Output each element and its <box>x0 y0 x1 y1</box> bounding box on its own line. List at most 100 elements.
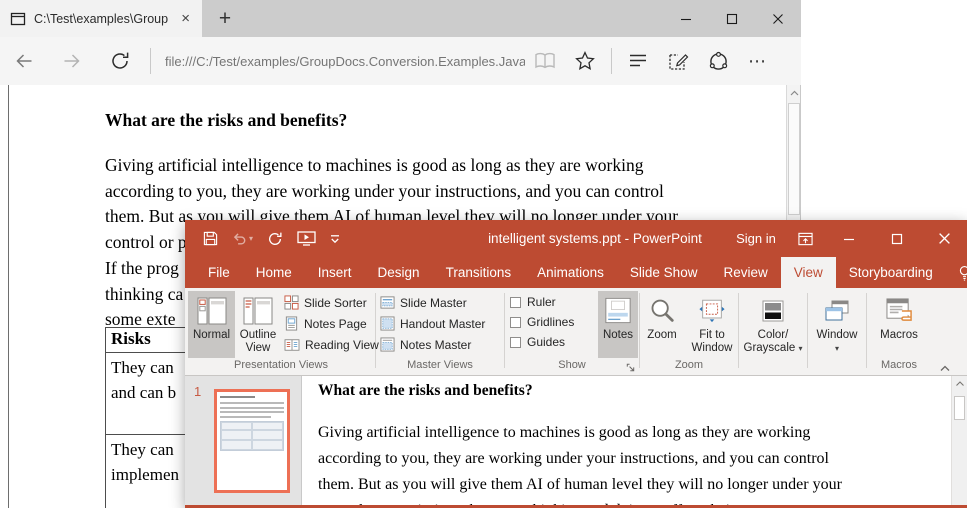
tab-home[interactable]: Home <box>243 257 305 288</box>
edge-maximize-button[interactable] <box>709 0 755 37</box>
scrollbar-thumb[interactable] <box>788 103 800 215</box>
gridlines-checkbox[interactable]: Gridlines <box>506 312 598 332</box>
checkbox-icon[interactable] <box>510 297 521 308</box>
ppt-window-title: intelligent systems.ppt - PowerPoint <box>435 220 755 257</box>
ppt-minimize-button[interactable] <box>827 220 871 257</box>
show-dialog-launcher-icon[interactable] <box>625 362 636 373</box>
macros-button[interactable]: Macros <box>870 291 928 358</box>
new-tab-button[interactable]: + <box>202 0 248 37</box>
color-grayscale-label-1: Color/ <box>758 329 789 341</box>
slide-heading: What are the risks and benefits? <box>318 382 533 400</box>
checkbox-icon[interactable] <box>510 317 521 328</box>
back-icon[interactable] <box>0 51 48 71</box>
refresh-icon[interactable] <box>96 50 144 72</box>
group-separator <box>504 293 505 368</box>
scroll-up-icon[interactable] <box>952 376 967 391</box>
ruler-checkbox[interactable]: Ruler <box>506 292 598 312</box>
group-show: Ruler Gridlines Guides Notes <box>506 288 638 375</box>
slide-paragraph-line: control or permissions they start thinki… <box>318 498 842 505</box>
hub-icon[interactable] <box>618 53 658 69</box>
tab-transitions[interactable]: Transitions <box>433 257 525 288</box>
group-separator <box>807 293 808 368</box>
group-macros: Macros Macros <box>868 288 930 375</box>
group-label-color-grayscale <box>740 358 806 375</box>
tab-insert[interactable]: Insert <box>305 257 365 288</box>
tab-review[interactable]: Review <box>710 257 780 288</box>
sign-in-button[interactable]: Sign in <box>723 220 789 257</box>
slide-scrollbar[interactable] <box>951 376 967 505</box>
tab-design[interactable]: Design <box>365 257 433 288</box>
tab-view[interactable]: View <box>781 257 836 288</box>
tab-close-icon[interactable]: × <box>177 9 194 28</box>
slide-master-button[interactable]: Slide Master <box>377 292 503 313</box>
edge-toolbar: file:///C:/Test/examples/GroupDocs.Conve… <box>0 37 801 85</box>
favorites-star-icon[interactable] <box>565 51 605 71</box>
thumbnail-table <box>220 421 284 451</box>
notes-page-button[interactable]: Notes Page <box>281 313 374 334</box>
notes-toggle-button[interactable]: Notes <box>598 291 638 358</box>
checkbox-icon[interactable] <box>510 337 521 348</box>
tab-animations[interactable]: Animations <box>524 257 617 288</box>
notes-master-icon <box>380 337 395 352</box>
ppt-close-button[interactable] <box>921 220 967 257</box>
notes-master-button[interactable]: Notes Master <box>377 334 503 355</box>
tell-me-box[interactable]: Tell me <box>946 257 967 288</box>
group-separator <box>375 293 376 368</box>
more-icon[interactable]: ⋯ <box>738 51 778 72</box>
forward-icon[interactable] <box>48 51 96 71</box>
normal-view-icon <box>197 294 227 327</box>
quick-access-toolbar: ▾ <box>203 220 340 257</box>
collapse-ribbon-icon[interactable] <box>939 364 951 372</box>
thumbnail-text-line <box>220 396 255 398</box>
ribbon-display-options-icon[interactable] <box>785 220 825 257</box>
address-bar[interactable]: file:///C:/Test/examples/GroupDocs.Conve… <box>165 54 525 69</box>
group-label-macros: Macros <box>868 358 930 375</box>
magnifier-icon <box>648 294 676 327</box>
slide-thumbnail[interactable] <box>214 389 290 493</box>
macros-icon <box>885 294 914 327</box>
save-icon[interactable] <box>203 231 218 246</box>
edge-close-button[interactable] <box>755 0 801 37</box>
window-button[interactable]: Window ▾ <box>810 291 864 358</box>
tab-storyboarding[interactable]: Storyboarding <box>836 257 946 288</box>
scroll-up-icon[interactable] <box>787 85 801 101</box>
fit-to-window-icon <box>698 294 726 327</box>
browser-tab[interactable]: C:\Test\examples\Group × <box>0 0 202 37</box>
edge-tab-strip: C:\Test\examples\Group × + <box>0 0 801 37</box>
start-slideshow-icon[interactable] <box>297 231 316 246</box>
guides-checkbox[interactable]: Guides <box>506 332 598 352</box>
tab-slide-show[interactable]: Slide Show <box>617 257 711 288</box>
edge-minimize-button[interactable] <box>663 0 709 37</box>
page-icon <box>10 11 26 27</box>
slide-sorter-button[interactable]: Slide Sorter <box>281 292 374 313</box>
reading-view-ribbon-icon <box>284 338 300 352</box>
group-label-zoom: Zoom <box>641 358 737 375</box>
reading-view-button[interactable]: Reading View <box>281 334 374 355</box>
toolbar-separator <box>150 48 151 74</box>
redo-icon[interactable] <box>267 231 283 247</box>
fit-to-window-button[interactable]: Fit to Window <box>687 291 737 358</box>
edge-window-border <box>8 85 9 508</box>
zoom-button[interactable]: Zoom <box>641 291 683 358</box>
thumbnail-text-line <box>220 416 271 418</box>
scrollbar-thumb[interactable] <box>954 396 965 420</box>
customize-qat-icon[interactable] <box>330 234 340 244</box>
color-grayscale-button[interactable]: Color/ Grayscale ▾ <box>741 291 805 358</box>
undo-icon[interactable]: ▾ <box>232 232 253 245</box>
slide-editing-area[interactable]: What are the risks and benefits? Giving … <box>302 376 951 505</box>
tab-file[interactable]: File <box>195 257 243 288</box>
handout-master-button[interactable]: Handout Master <box>377 313 503 334</box>
reading-view-icon[interactable] <box>525 52 565 70</box>
thumbnail-text-line <box>220 402 284 404</box>
color-grayscale-label-2: Grayscale <box>744 342 796 354</box>
share-icon[interactable] <box>698 51 738 72</box>
ppt-maximize-button[interactable] <box>875 220 919 257</box>
normal-view-button[interactable]: Normal <box>188 291 235 358</box>
outline-view-button[interactable]: Outline View <box>235 291 281 358</box>
color-grayscale-icon <box>761 294 785 327</box>
web-note-icon[interactable] <box>658 51 698 72</box>
toolbar-separator <box>611 48 612 74</box>
notes-page-icon <box>284 316 299 331</box>
undo-dropdown-arrow[interactable]: ▾ <box>249 235 253 243</box>
tab-title: C:\Test\examples\Group <box>34 12 169 26</box>
